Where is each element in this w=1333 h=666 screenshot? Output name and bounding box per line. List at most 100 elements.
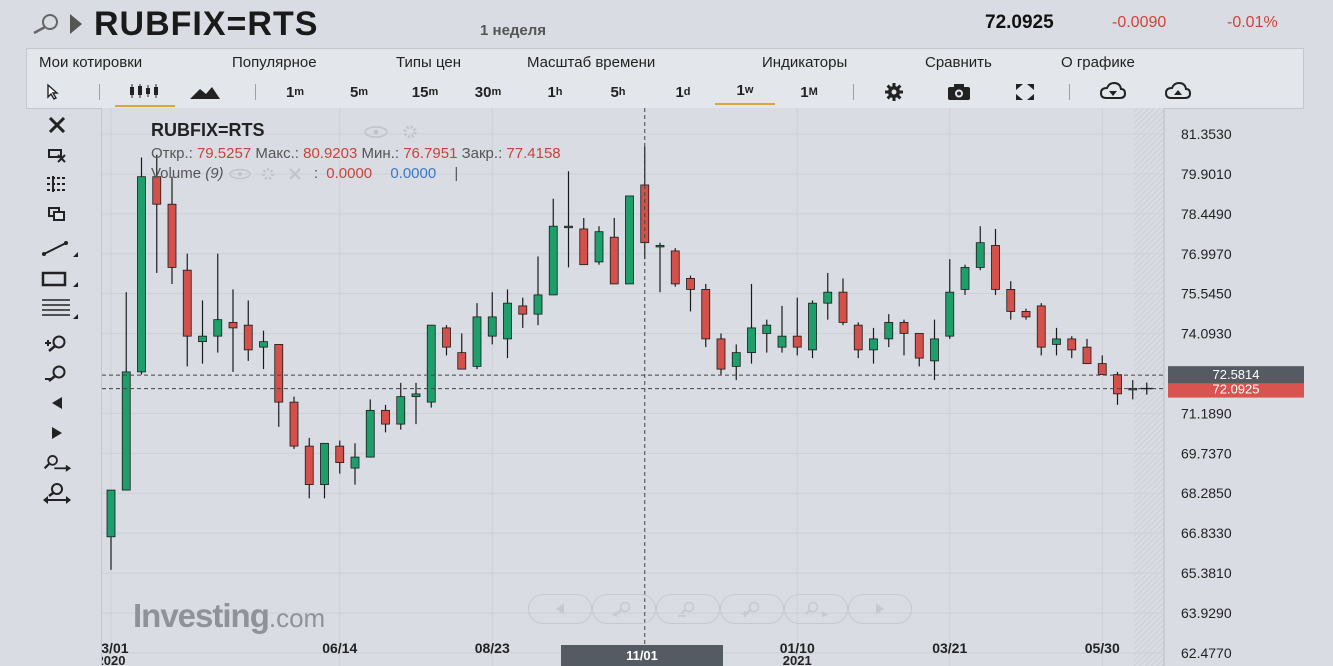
candle-down[interactable] [335, 445, 345, 463]
candle-up[interactable] [930, 338, 939, 362]
candle-down[interactable] [853, 324, 863, 351]
timeframe-30m[interactable]: 30 m [465, 77, 511, 107]
candle-down[interactable] [457, 352, 467, 370]
candle-up[interactable] [594, 231, 604, 263]
candle-up[interactable] [137, 176, 146, 373]
candle-down[interactable] [1036, 305, 1046, 348]
zoom-fit-icon[interactable] [42, 482, 72, 504]
candle-up[interactable] [884, 322, 894, 340]
candle-up[interactable] [548, 225, 558, 296]
crosshair-icon[interactable] [42, 173, 72, 195]
candle-up[interactable] [121, 371, 131, 491]
candle-up[interactable] [259, 341, 268, 348]
candle-up[interactable] [975, 242, 985, 268]
candlestick-icon[interactable] [115, 77, 175, 107]
menu-my-quotes[interactable]: Мои котировки [39, 54, 142, 71]
candle-down[interactable] [670, 250, 680, 285]
candle-down[interactable] [304, 445, 314, 485]
timeframe-1M[interactable]: 1M [789, 77, 829, 107]
candle-down[interactable] [991, 245, 1000, 290]
timeframe-1h[interactable]: 1h [535, 77, 575, 107]
candle-down[interactable] [442, 327, 451, 348]
candle-down[interactable] [792, 335, 802, 348]
cursor-icon[interactable] [39, 77, 69, 107]
download-icon[interactable] [1095, 77, 1131, 107]
candle-down[interactable] [1097, 363, 1107, 376]
candle-down[interactable] [228, 322, 238, 329]
fibonacci-icon[interactable] [40, 298, 80, 320]
candle-down[interactable] [1067, 338, 1077, 351]
timeframe-5h[interactable]: 5h [598, 77, 638, 107]
candle-down[interactable] [381, 409, 390, 425]
candle-down[interactable] [838, 291, 848, 323]
eye-icon[interactable] [362, 124, 426, 140]
menu-indicators[interactable]: Индикаторы [762, 54, 847, 71]
candlestick-chart[interactable]: 81.3530 79.9010 78.4490 76.9970 75.5450 74.09… [102, 108, 1333, 666]
candle-down[interactable] [243, 324, 253, 351]
candle-down[interactable] [701, 289, 711, 340]
candle-up[interactable] [823, 291, 833, 304]
nav-zoom-in-button[interactable] [720, 594, 784, 624]
candle-up[interactable] [869, 338, 878, 351]
candle-up[interactable] [655, 245, 665, 248]
scroll-left-icon[interactable] [42, 392, 72, 414]
scroll-right-icon[interactable] [42, 422, 72, 444]
candle-up[interactable] [945, 291, 955, 337]
candle-down[interactable] [579, 228, 589, 266]
candle-up[interactable] [411, 393, 421, 398]
nav-scroll-left-button[interactable] [528, 594, 592, 624]
timeframe-5m[interactable]: 5m [339, 77, 379, 107]
candle-up[interactable] [808, 302, 817, 351]
trendline-icon[interactable] [40, 238, 80, 260]
candle-up[interactable] [747, 327, 756, 354]
timeframe-1m[interactable]: 1m [275, 77, 315, 107]
candle-up[interactable] [198, 335, 207, 343]
menu-popular[interactable]: Популярное [232, 54, 317, 71]
candle-up[interactable] [762, 324, 772, 334]
candle-down[interactable] [289, 401, 299, 447]
camera-icon[interactable] [941, 77, 977, 107]
candle-up[interactable] [472, 316, 482, 367]
candle-down[interactable] [167, 203, 177, 268]
nav-zoom-right-button[interactable] [784, 594, 848, 624]
candle-up[interactable] [350, 456, 360, 469]
candle-up[interactable] [777, 335, 787, 348]
zoom-in-icon[interactable] [42, 332, 72, 354]
candle-up[interactable] [960, 267, 970, 290]
candle-down[interactable] [274, 343, 284, 403]
candle-down[interactable] [914, 332, 924, 359]
timeframe-1w[interactable]: 1w [715, 77, 775, 105]
candle-down[interactable] [899, 322, 909, 334]
candle-up[interactable] [213, 319, 223, 337]
candle-down[interactable] [609, 236, 619, 285]
zoom-right-icon[interactable] [42, 452, 72, 474]
candle-down[interactable] [1082, 346, 1092, 365]
candle-up[interactable] [106, 489, 116, 538]
candle-up[interactable] [365, 409, 375, 458]
zoom-out-icon[interactable] [42, 362, 72, 384]
nav-scroll-right-button[interactable] [848, 594, 912, 624]
candle-up[interactable] [1052, 338, 1061, 345]
nav-zoom-out-button[interactable] [656, 594, 720, 624]
candle-up[interactable] [731, 352, 741, 367]
eraser-icon[interactable] [42, 144, 72, 166]
candle-down[interactable] [1006, 289, 1016, 312]
menu-price-types[interactable]: Типы цен [396, 54, 461, 71]
nav-zoom-left-button[interactable] [592, 594, 656, 624]
copy-icon[interactable] [42, 203, 72, 225]
candle-down[interactable] [1021, 311, 1031, 318]
candle-down[interactable] [182, 269, 192, 337]
candle-down[interactable] [1113, 374, 1122, 395]
candle-down[interactable] [716, 338, 726, 370]
candle-down[interactable] [686, 278, 695, 290]
candle-up[interactable] [533, 294, 543, 315]
timeframe-15m[interactable]: 15 m [402, 77, 448, 107]
candle-down[interactable] [518, 305, 528, 315]
candle-up[interactable] [487, 316, 497, 337]
candle-up[interactable] [564, 225, 573, 229]
timeframe-1d[interactable]: 1d [663, 77, 703, 107]
menu-time-scale[interactable]: Масштаб времени [527, 54, 655, 71]
candle-up[interactable] [426, 324, 436, 403]
search-icon[interactable] [30, 12, 64, 36]
upload-icon[interactable] [1160, 77, 1196, 107]
